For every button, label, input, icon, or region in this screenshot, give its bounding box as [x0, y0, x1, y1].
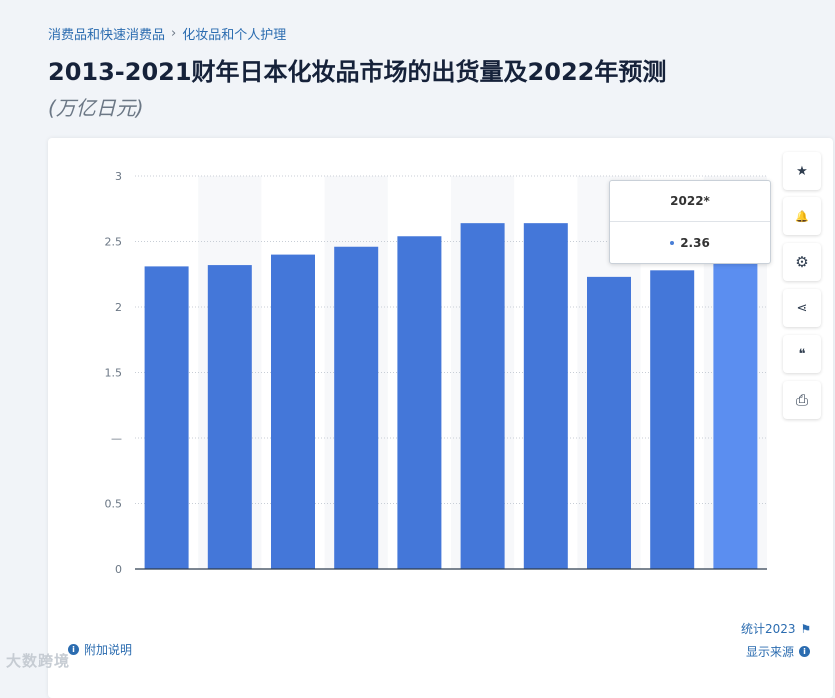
y-tick-label: 3 [115, 170, 122, 183]
statista-label: 统计2023 [741, 622, 796, 636]
settings-button[interactable]: ⚙ [783, 243, 821, 281]
additional-info-link[interactable]: i 附加说明 [68, 641, 132, 658]
tooltip-value: 2.36 [680, 235, 710, 250]
bar [587, 276, 631, 569]
breadcrumb-item-cosmetics[interactable]: 化妆品和个人护理 [182, 24, 286, 43]
quote-icon: ❝ [798, 346, 806, 362]
bell-icon: 🔔 [795, 209, 809, 223]
breadcrumb-item-consumer-goods[interactable]: 消费品和快速消费品 [48, 24, 165, 43]
bar [334, 246, 379, 569]
breadcrumb-separator: › [171, 26, 177, 41]
y-tick-label: — [111, 432, 122, 445]
y-tick-label: 1.5 [105, 367, 123, 380]
bar [271, 254, 315, 569]
cite-button[interactable]: ❝ [783, 335, 821, 373]
show-source-label: 显示来源 [746, 645, 795, 659]
bar [523, 223, 568, 569]
statista-credit[interactable]: 统计2023 ⚑ [741, 620, 811, 637]
breadcrumb: 消费品和快速消费品 › 化妆品和个人护理 [48, 24, 286, 43]
watermark: 大数跨境 [6, 652, 71, 670]
bar [460, 223, 505, 569]
notification-button[interactable]: 🔔 [783, 197, 821, 235]
print-icon: ⎙ [795, 391, 808, 409]
y-tick-label: 2 [115, 301, 122, 314]
y-tick-label: 0 [115, 563, 122, 576]
bar [207, 265, 252, 569]
tooltip-label: 2022* [610, 181, 770, 222]
info-icon: i [799, 646, 811, 657]
show-source-link[interactable]: 显示来源 i [746, 643, 811, 660]
bar [397, 236, 442, 569]
share-icon: ⋖ [796, 300, 808, 316]
chart-tooltip: 2022* 2.36 [609, 180, 771, 264]
star-icon: ★ [796, 163, 808, 179]
page-subtitle: (万亿日元) [48, 96, 144, 120]
share-button[interactable]: ⋖ [783, 289, 821, 327]
flag-icon: ⚑ [800, 621, 812, 636]
gear-icon: ⚙ [795, 253, 809, 271]
bar [650, 270, 695, 569]
print-button[interactable]: ⎙ [783, 381, 821, 419]
y-tick-label: 0.5 [105, 498, 123, 511]
bar [144, 266, 189, 569]
additional-info-label: 附加说明 [84, 643, 133, 657]
favorite-button[interactable]: ★ [783, 152, 821, 190]
bar [713, 259, 758, 569]
page-title: 2013-2021财年日本化妆品市场的出货量及2022年预测 [48, 58, 667, 86]
series-dot-icon [670, 240, 675, 245]
y-tick-label: 2.5 [105, 236, 123, 249]
tooltip-value-row: 2.36 [610, 222, 770, 263]
